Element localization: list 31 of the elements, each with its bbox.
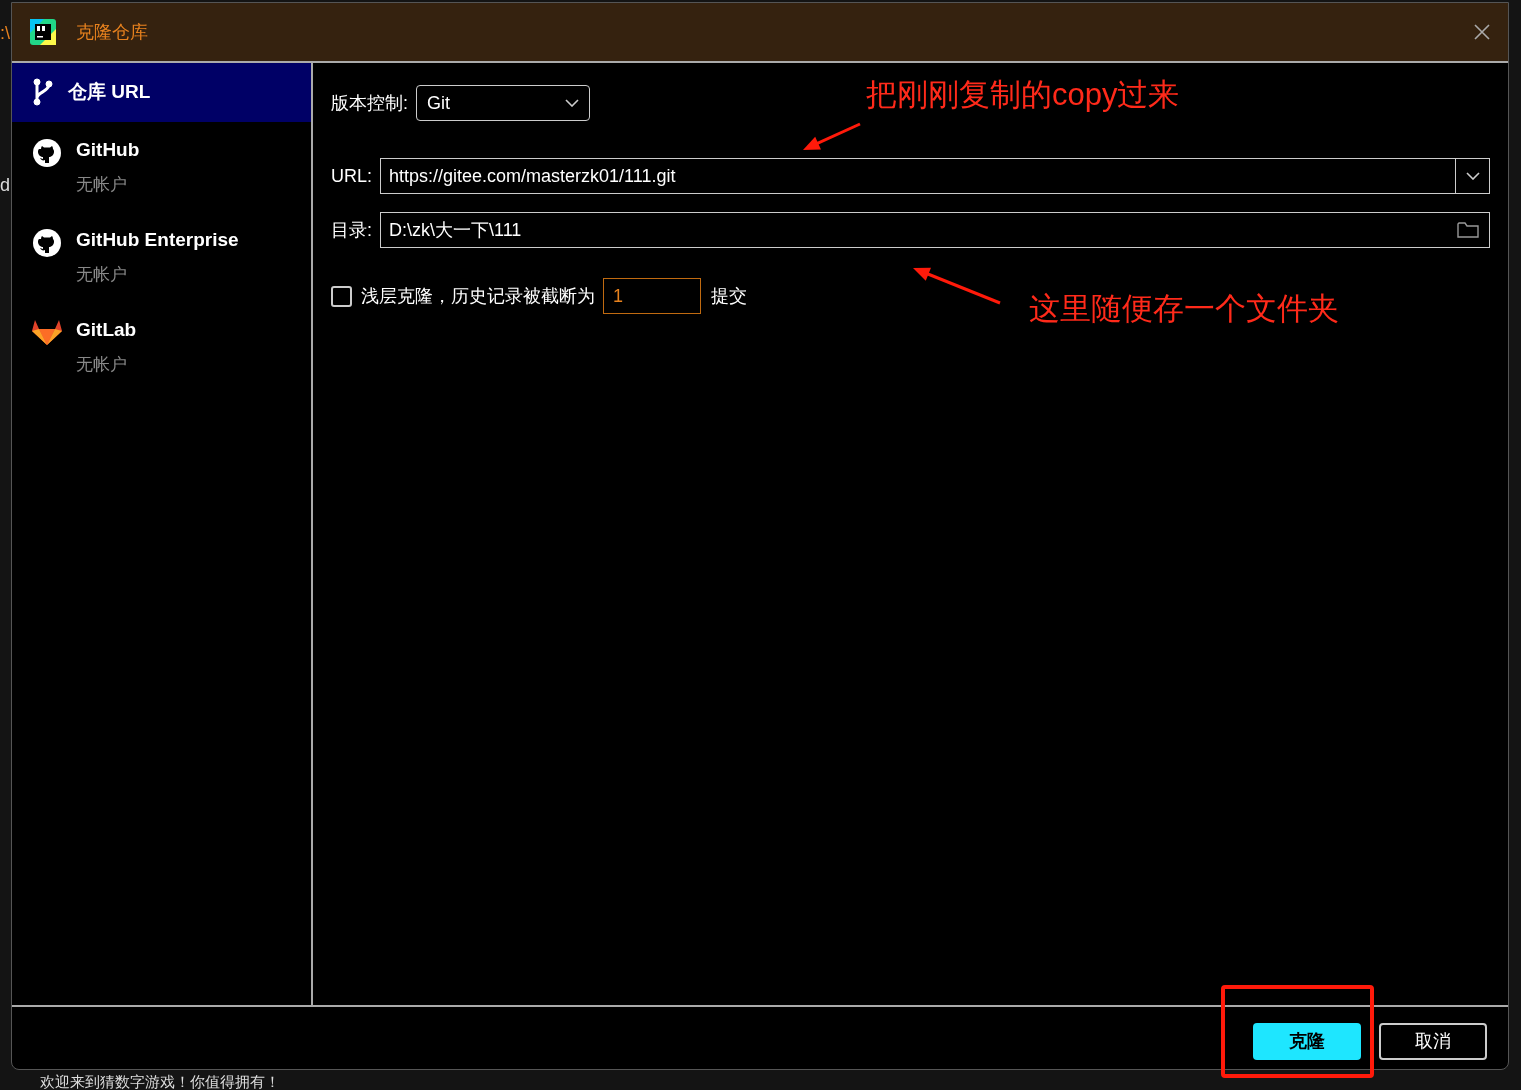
branch-icon xyxy=(32,78,54,107)
sidebar-item[interactable]: GitHub 无帐户 xyxy=(12,121,311,212)
checkbox[interactable] xyxy=(331,285,352,307)
background-text: d xyxy=(0,174,10,197)
checkbox-label: 浅层克隆，历史记录被截断为 xyxy=(361,284,595,308)
field-label: 提交 xyxy=(711,284,747,308)
vcs-dropdown[interactable]: Git xyxy=(416,85,590,121)
console-text: 欢迎来到猜数字游戏！你值得拥有！ xyxy=(40,1072,280,1090)
chevron-down-icon xyxy=(565,99,579,107)
background-text: :\ xyxy=(0,22,10,45)
field-label: 版本控制: xyxy=(331,91,408,115)
cancel-button[interactable]: 取消 xyxy=(1379,1023,1487,1060)
folder-icon xyxy=(1457,221,1479,239)
sidebar-item[interactable]: GitLab 无帐户 xyxy=(12,301,311,392)
octocat-icon xyxy=(32,227,62,258)
chevron-down-icon xyxy=(1465,172,1480,180)
sidebar-item[interactable]: 仓库 URL xyxy=(12,63,311,122)
annotation-arrow xyxy=(803,122,861,150)
depth-field[interactable]: 1 xyxy=(603,278,701,314)
octocat-icon xyxy=(32,137,62,168)
annotation-text: 这里随便存一个文件夹 xyxy=(1029,290,1339,328)
close-icon[interactable] xyxy=(1474,24,1490,40)
field-label: 目录: xyxy=(331,218,372,242)
app-logo-icon xyxy=(30,19,56,45)
url-field[interactable]: https://gitee.com/masterzk01/111.git xyxy=(380,158,1490,194)
field-label: URL: xyxy=(331,164,372,188)
annotation-text: 把刚刚复制的copy过来 xyxy=(866,76,1180,114)
clone-button[interactable]: 克隆 xyxy=(1253,1023,1361,1060)
sidebar-item[interactable]: GitHub Enterprise 无帐户 xyxy=(12,211,311,302)
window-title: 克隆仓库 xyxy=(76,20,148,44)
directory-field[interactable]: D:\zk\大一下\111 xyxy=(380,212,1490,248)
